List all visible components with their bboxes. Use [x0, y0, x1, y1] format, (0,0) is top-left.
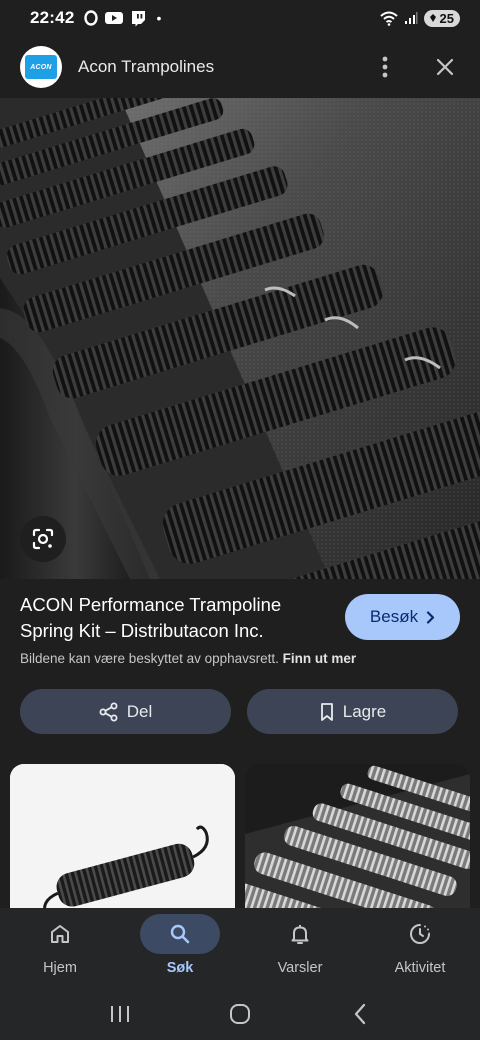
site-logo: ACON — [20, 46, 62, 88]
header: ACON Acon Trampolines — [0, 36, 480, 98]
lens-icon — [32, 528, 54, 550]
status-system-icons: 25 — [379, 9, 460, 27]
close-icon — [436, 58, 454, 76]
status-notification-icons: • — [84, 10, 161, 27]
status-bar: 22:42 • 25 — [0, 0, 480, 36]
bookmark-icon — [320, 702, 333, 721]
twitch-icon — [132, 10, 146, 26]
chevron-right-icon — [426, 610, 435, 624]
home-icon — [51, 925, 69, 943]
result-info: ACON Performance Trampoline Spring Kit –… — [20, 592, 460, 644]
back-button[interactable] — [345, 999, 375, 1029]
result-image[interactable] — [0, 98, 480, 579]
logo-text: ACON — [30, 63, 52, 71]
nav-label-search: Søk — [166, 960, 194, 976]
battery-indicator: 25 — [423, 9, 460, 27]
nav-item-home[interactable]: Hjem — [0, 908, 120, 988]
share-label: Del — [126, 701, 153, 721]
system-navigation-bar — [0, 988, 480, 1040]
related-image-trampoline[interactable] — [245, 764, 470, 912]
save-label: Lagre — [342, 701, 387, 721]
copyright-notice: Bildene kan være beskyttet av opphavsret… — [20, 651, 356, 666]
bell-icon — [291, 925, 309, 944]
nav-item-notifications[interactable]: Varsler — [240, 908, 360, 988]
save-button[interactable]: Lagre — [247, 689, 458, 734]
battery-level: 25 — [439, 10, 454, 26]
trampoline-springs-image — [0, 98, 480, 579]
status-time: 22:42 — [30, 8, 75, 27]
visit-button[interactable]: Besøk — [345, 594, 460, 640]
related-image-spring[interactable] — [10, 764, 235, 912]
nav-item-activity[interactable]: Aktivitet — [360, 908, 480, 988]
learn-more-link[interactable]: Finn ut mer — [283, 651, 357, 666]
site-title: Acon Trampolines — [78, 57, 215, 76]
youtube-icon — [105, 12, 124, 24]
spring-product-image — [10, 764, 235, 912]
back-chevron-icon — [354, 1003, 366, 1025]
nav-item-search[interactable]: Søk — [120, 908, 240, 988]
recent-apps-icon — [111, 1006, 129, 1022]
more-vert-icon — [382, 56, 388, 78]
related-images — [10, 764, 480, 912]
more-options-button[interactable] — [370, 52, 400, 82]
activity-icon — [410, 924, 430, 944]
search-icon — [170, 924, 190, 944]
notification-app-icon — [84, 10, 99, 26]
recent-apps-button[interactable] — [105, 999, 135, 1029]
close-button[interactable] — [430, 52, 460, 82]
nav-label-activity: Aktivitet — [394, 960, 446, 976]
status-dot: • — [156, 10, 162, 26]
home-circle-icon — [230, 1004, 250, 1024]
bottom-navigation: Hjem Søk Varsler Aktivitet — [0, 908, 480, 988]
visit-label: Besøk — [369, 607, 419, 626]
share-button[interactable]: Del — [20, 689, 231, 734]
nav-label-notifications: Varsler — [277, 960, 323, 976]
copyright-text: Bildene kan være beskyttet av opphavsret… — [20, 651, 279, 666]
google-lens-button[interactable] — [20, 516, 66, 562]
wifi-icon — [379, 11, 398, 26]
battery-saver-icon — [429, 14, 436, 22]
nav-label-home: Hjem — [43, 960, 77, 976]
action-row: Del Lagre — [20, 689, 458, 734]
silver-springs-image — [245, 764, 470, 912]
share-icon — [99, 702, 118, 721]
result-title[interactable]: ACON Performance Trampoline Spring Kit –… — [20, 592, 330, 644]
home-system-button[interactable] — [225, 999, 255, 1029]
signal-icon — [404, 12, 418, 24]
